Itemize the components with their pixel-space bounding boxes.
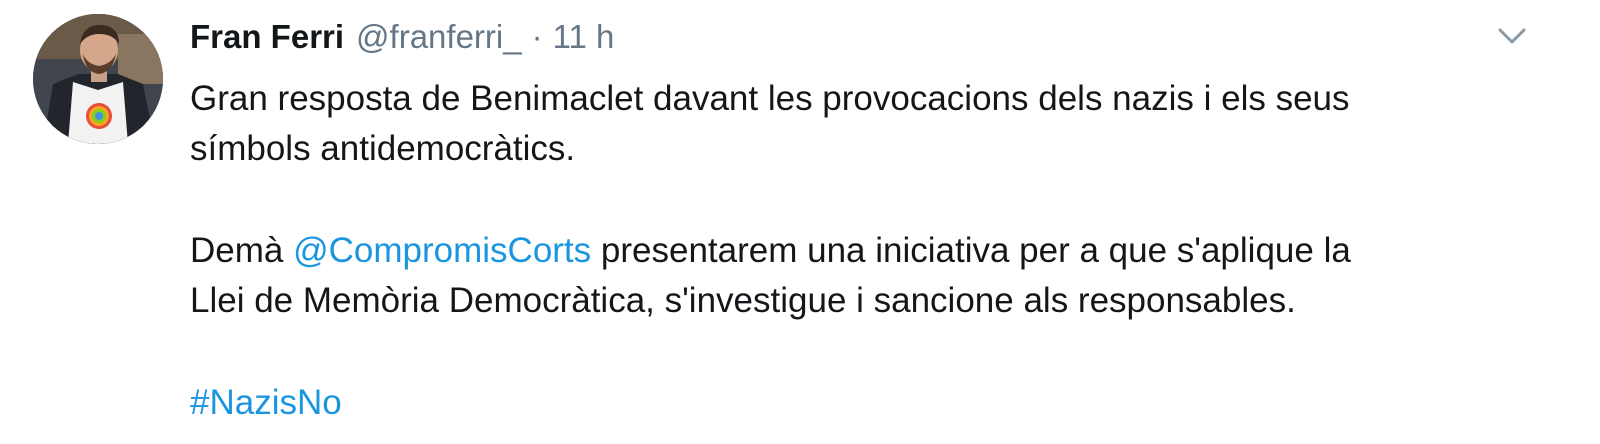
avatar[interactable] [33,14,163,144]
tweet-paragraph-1: Gran resposta de Benimaclet davant les p… [190,74,1570,174]
tweet-menu-button[interactable] [1492,22,1532,50]
tweet-line: símbols antidemocràtics. [190,129,576,168]
tweet-paragraph-2: Demà @CompromisCorts presentarem una ini… [190,226,1570,326]
tweet-paragraph-3: #NazisNo [190,378,1570,428]
tweet-line: Gran resposta de Benimaclet davant les p… [190,79,1350,118]
separator-dot: · [531,18,543,55]
author-handle[interactable]: @franferri_ [356,18,522,56]
profile-photo-icon [33,14,163,144]
tweet-line: Llei de Memòria Democràtica, s'investigu… [190,281,1296,320]
tweet-text: Gran resposta de Benimaclet davant les p… [190,74,1570,428]
tweet: Fran Ferri @franferri_ · 11 h Gran respo… [0,0,1600,444]
mention-link[interactable]: @CompromisCorts [293,231,591,270]
author-display-name[interactable]: Fran Ferri [190,18,344,56]
hashtag-link[interactable]: #NazisNo [190,383,342,422]
tweet-text-fragment: presentarem una iniciativa per a que s'a… [591,231,1351,270]
chevron-down-icon [1498,28,1526,44]
tweet-header: Fran Ferri @franferri_ · 11 h [190,18,614,66]
tweet-timestamp[interactable]: 11 h [553,18,615,56]
tweet-text-fragment: Demà [190,231,294,270]
